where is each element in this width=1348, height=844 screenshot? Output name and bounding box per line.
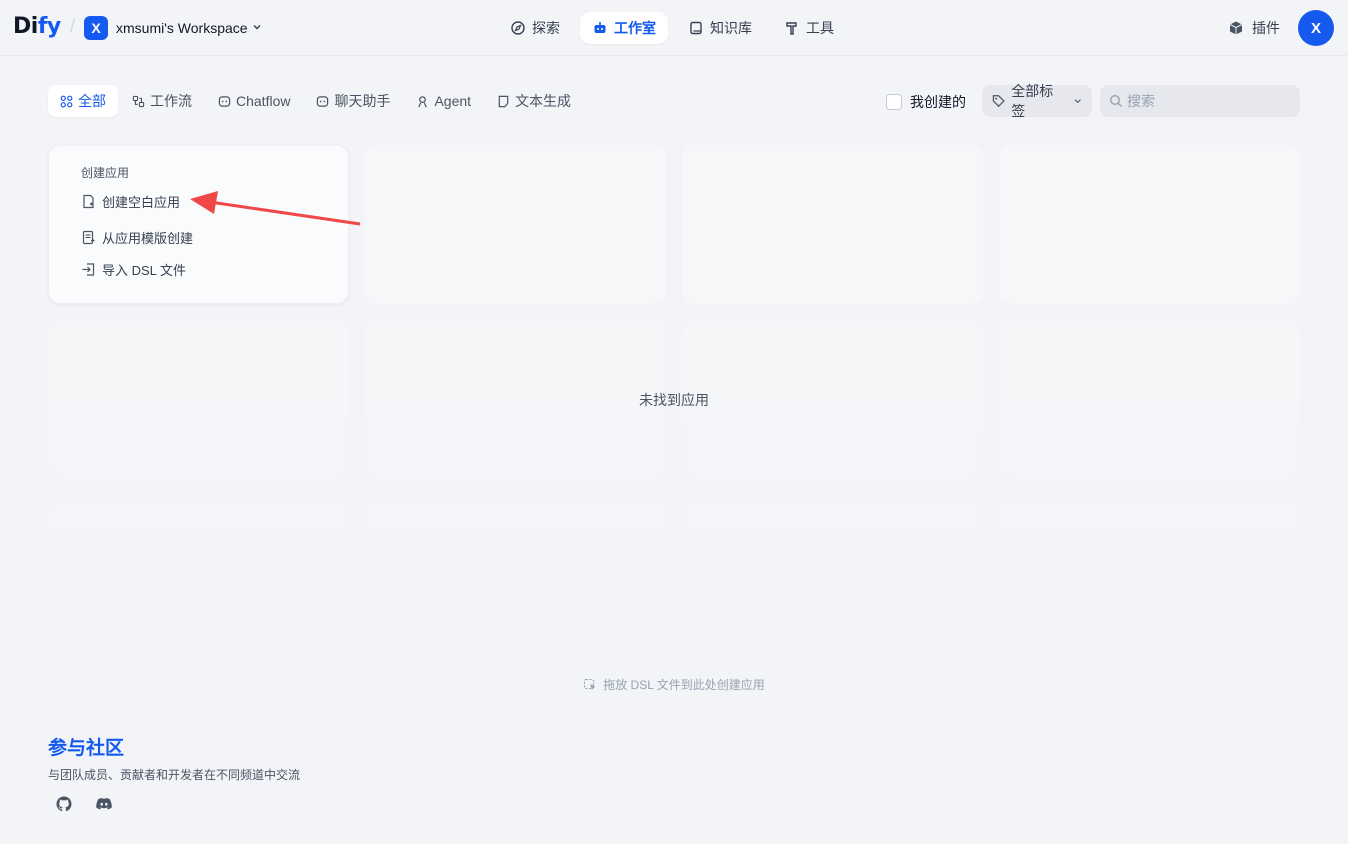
nav-studio[interactable]: 工作室 — [580, 12, 668, 44]
tab-chat-assistant-label: 聊天助手 — [334, 93, 391, 109]
workspace-name: xmsumi's Workspace — [116, 20, 248, 36]
import-icon — [82, 262, 95, 276]
placeholder-card — [999, 497, 1300, 617]
compass-icon — [511, 21, 525, 35]
drop-dsl-hint-text: 拖放 DSL 文件到此处创建应用 — [603, 678, 765, 692]
create-blank-app-button[interactable]: 创建空白应用 — [75, 188, 186, 214]
tab-agent[interactable]: Agent — [404, 85, 483, 117]
template-icon — [82, 230, 95, 244]
create-from-template-label: 从应用模版创建 — [102, 230, 194, 246]
hammer-icon — [786, 22, 797, 35]
nav-tools-label: 工具 — [806, 20, 834, 36]
avatar[interactable]: X — [1298, 10, 1334, 46]
created-by-me-checkbox[interactable] — [886, 94, 902, 110]
discord-icon[interactable] — [94, 794, 114, 814]
plugin-label: 插件 — [1252, 20, 1280, 36]
tag-filter-dropdown[interactable]: 全部标签 — [982, 83, 1092, 119]
tab-agent-label: Agent — [434, 93, 472, 109]
placeholder-card — [999, 145, 1300, 304]
placeholder-card — [48, 497, 349, 617]
create-from-template-button[interactable]: 从应用模版创建 — [75, 224, 199, 250]
tab-all-label: 全部 — [78, 93, 106, 109]
github-icon[interactable] — [54, 794, 74, 814]
main-nav: 探索 工作室 知识库 工具 — [498, 12, 846, 44]
chatflow-icon — [218, 95, 231, 107]
nav-explore-label: 探索 — [532, 20, 560, 36]
create-app-card: 创建应用 创建空白应用 从应用模版创建 导入 DSL 文件 — [48, 145, 349, 304]
document-icon — [498, 95, 509, 107]
placeholder-card — [365, 497, 666, 617]
workflow-icon — [132, 95, 145, 107]
dify-logo[interactable]: Dify — [13, 14, 61, 39]
tab-text-generation-label: 文本生成 — [515, 93, 572, 109]
top-header: Dify / X xmsumi's Workspace 探索 工作室 知识库 工… — [0, 0, 1348, 56]
logo-text: Di — [13, 14, 38, 39]
plugin-button[interactable]: 插件 — [1228, 18, 1280, 38]
chevron-down-icon — [252, 22, 262, 35]
placeholder-card — [365, 145, 666, 304]
agent-icon — [418, 95, 428, 107]
tab-workflow[interactable]: 工作流 — [120, 85, 204, 117]
file-plus-icon — [83, 194, 94, 208]
robot-icon — [594, 22, 606, 33]
created-by-me-label: 我创建的 — [910, 94, 966, 110]
nav-studio-label: 工作室 — [614, 20, 656, 36]
tab-text-generation[interactable]: 文本生成 — [485, 85, 583, 117]
chevron-down-icon — [1074, 99, 1081, 104]
empty-state-text: 未找到应用 — [639, 392, 709, 408]
created-by-me-filter[interactable]: 我创建的 — [886, 92, 966, 112]
create-app-title: 创建应用 — [81, 166, 130, 180]
search-input[interactable] — [1127, 93, 1287, 109]
nav-tools[interactable]: 工具 — [772, 12, 846, 44]
book-icon — [690, 21, 702, 35]
drop-dsl-hint: 拖放 DSL 文件到此处创建应用 — [0, 676, 1348, 693]
tag-filter-label: 全部标签 — [1011, 83, 1054, 119]
search-icon — [1109, 94, 1122, 107]
community-section: 参与社区 与团队成员、贡献者和开发者在不同频道中交流 — [48, 733, 300, 783]
app-type-tabs: 全部 工作流 Chatflow 聊天助手 Agent 文本生成 — [48, 85, 583, 117]
nav-explore[interactable]: 探索 — [498, 12, 572, 44]
import-dsl-button[interactable]: 导入 DSL 文件 — [75, 256, 192, 282]
tag-icon — [992, 95, 1005, 108]
placeholder-card — [682, 145, 983, 304]
social-links — [54, 794, 114, 814]
nav-knowledge[interactable]: 知识库 — [676, 12, 764, 44]
community-title: 参与社区 — [48, 738, 125, 759]
tab-chat-assistant[interactable]: 聊天助手 — [304, 85, 402, 117]
tab-workflow-label: 工作流 — [150, 93, 192, 109]
nav-knowledge-label: 知识库 — [710, 20, 752, 36]
search-box — [1100, 85, 1300, 117]
community-description: 与团队成员、贡献者和开发者在不同频道中交流 — [48, 768, 301, 782]
chat-icon — [317, 95, 329, 107]
tab-chatflow-label: Chatflow — [236, 93, 291, 109]
drag-drop-icon — [584, 678, 596, 690]
separator: / — [70, 16, 76, 36]
workspace-badge: X — [84, 16, 108, 40]
placeholder-card — [682, 497, 983, 617]
tab-all[interactable]: 全部 — [48, 85, 118, 117]
logo-text-accent: fy — [37, 14, 61, 39]
cube-icon — [1229, 21, 1243, 35]
import-dsl-label: 导入 DSL 文件 — [102, 262, 187, 278]
workspace-switcher[interactable]: X xmsumi's Workspace — [84, 16, 262, 40]
create-blank-app-label: 创建空白应用 — [102, 194, 181, 210]
grid-icon — [60, 95, 73, 107]
tab-chatflow[interactable]: Chatflow — [206, 85, 302, 117]
